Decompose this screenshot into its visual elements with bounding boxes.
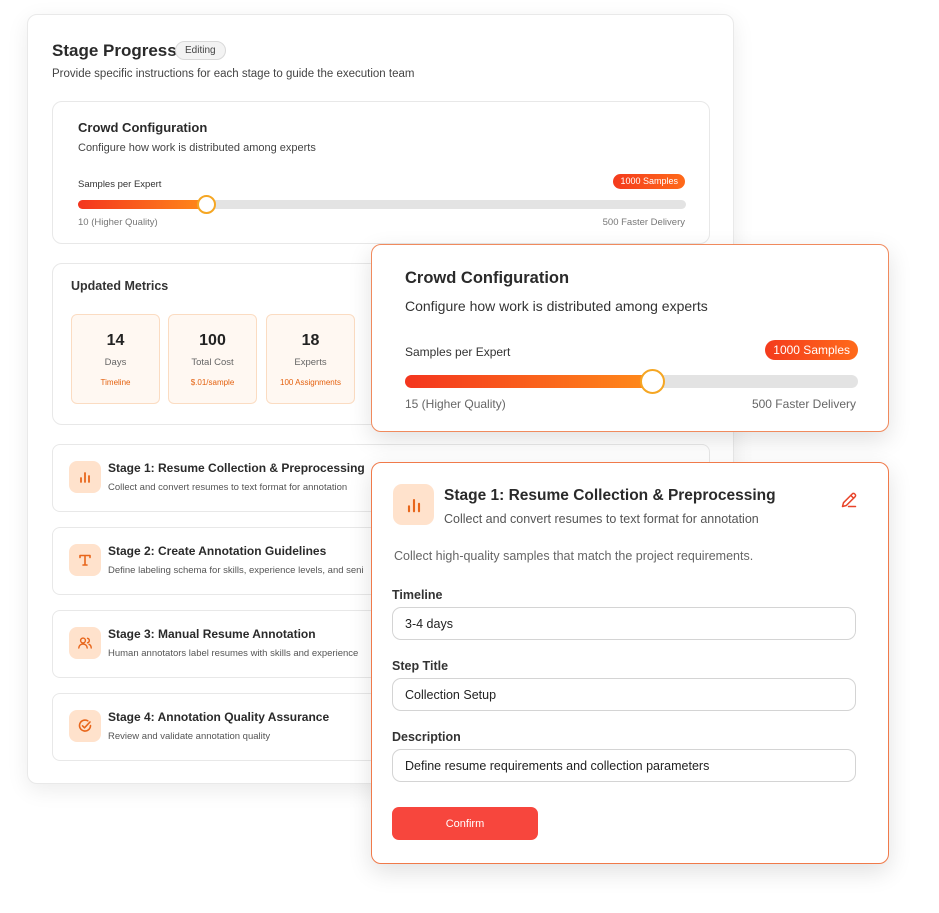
samples-slider-fill [405, 375, 652, 388]
crowd-config-title: Crowd Configuration [78, 120, 208, 135]
crowd-config-zoom-card: Crowd Configuration Configure how work i… [371, 244, 889, 432]
page-title: Stage Progress [52, 41, 177, 60]
metric-sub: Timeline [100, 378, 131, 387]
slider-min-label: 10 (Higher Quality) [78, 217, 158, 228]
samples-slider-thumb[interactable] [639, 369, 665, 394]
stage-editor-card: Stage 1: Resume Collection & Preprocessi… [371, 462, 889, 864]
timeline-input[interactable] [392, 607, 856, 640]
metric-card-cost: 100 Total Cost $.01/sample [168, 314, 257, 404]
bar-chart-icon [393, 484, 434, 525]
metric-label: Experts [294, 357, 327, 368]
stage-description: Human annotators label resumes with skil… [108, 648, 359, 659]
stage-editor-intro: Collect high-quality samples that match … [394, 549, 754, 563]
metric-label: Total Cost [191, 357, 234, 368]
stage-title: Stage 2: Create Annotation Guidelines [108, 544, 327, 558]
slider-max-label: 500 Faster Delivery [602, 217, 685, 228]
metric-value: 100 [199, 332, 226, 349]
step-title-label: Step Title [392, 659, 449, 673]
metric-sub: $.01/sample [190, 378, 235, 387]
stage-editor-subtitle: Collect and convert resumes to text form… [444, 512, 759, 526]
samples-value-badge: 1000 Samples [765, 340, 858, 360]
crowd-config-title: Crowd Configuration [405, 269, 570, 287]
metric-label: Days [104, 357, 127, 368]
stage-editor-title: Stage 1: Resume Collection & Preprocessi… [444, 487, 776, 504]
stage-title: Stage 1: Resume Collection & Preprocessi… [108, 461, 365, 475]
timeline-label: Timeline [392, 588, 443, 602]
samples-slider-track[interactable] [405, 369, 858, 394]
crowd-config-subtitle: Configure how work is distributed among … [405, 298, 708, 314]
samples-value-badge: 1000 Samples [613, 174, 685, 189]
samples-slider-label: Samples per Expert [405, 345, 511, 359]
crowd-config-card: Crowd Configuration Configure how work i… [52, 101, 710, 244]
metrics-title: Updated Metrics [71, 279, 169, 293]
description-input[interactable] [392, 749, 856, 782]
step-title-input[interactable] [392, 678, 856, 711]
pencil-icon[interactable] [839, 490, 859, 510]
metric-value: 14 [106, 332, 125, 349]
text-icon [69, 544, 101, 576]
samples-slider-thumb[interactable] [196, 195, 216, 214]
stage-description: Collect and convert resumes to text form… [108, 482, 348, 493]
metric-card-days: 14 Days Timeline [71, 314, 160, 404]
samples-slider-fill [78, 200, 206, 209]
users-icon [69, 627, 101, 659]
editing-badge: Editing [175, 41, 226, 60]
crowd-config-subtitle: Configure how work is distributed among … [78, 142, 316, 154]
samples-slider-track[interactable] [78, 195, 686, 214]
confirm-button[interactable]: Confirm [392, 807, 538, 840]
stage-description: Define labeling schema for skills, exper… [108, 565, 364, 576]
bar-chart-icon [69, 461, 101, 493]
check-circle-icon [69, 710, 101, 742]
slider-max-label: 500 Faster Delivery [751, 397, 856, 411]
slider-min-label: 15 (Higher Quality) [405, 397, 506, 411]
metric-card-experts: 18 Experts 100 Assignments [266, 314, 355, 404]
stage-title: Stage 3: Manual Resume Annotation [108, 627, 316, 641]
description-label: Description [392, 730, 461, 744]
metric-sub: 100 Assignments [280, 378, 341, 387]
metric-value: 18 [301, 332, 320, 349]
page-subtitle: Provide specific instructions for each s… [52, 68, 415, 80]
stage-title: Stage 4: Annotation Quality Assurance [108, 710, 330, 724]
stage-description: Review and validate annotation quality [108, 731, 271, 742]
samples-slider-label: Samples per Expert [78, 179, 162, 190]
